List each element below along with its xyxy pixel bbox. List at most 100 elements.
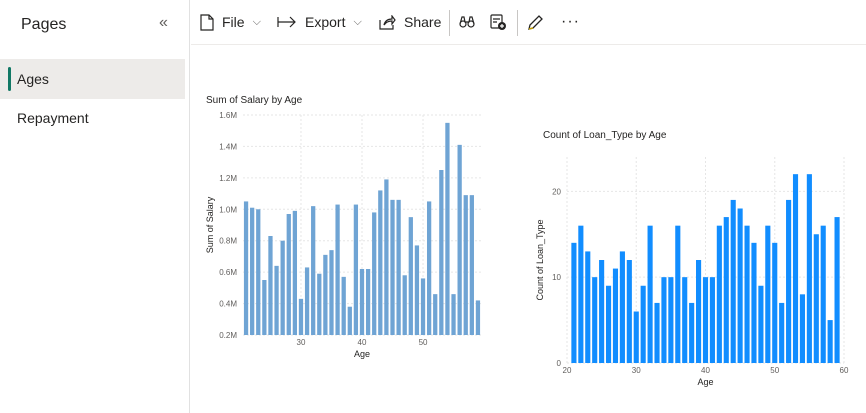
- share-label: Share: [404, 14, 442, 30]
- bar: [605, 285, 612, 363]
- bar: [820, 225, 826, 363]
- bar: [806, 174, 812, 363]
- chevron-down-icon: ⌵: [353, 15, 362, 28]
- x-tick-label: 50: [770, 366, 779, 375]
- bar: [661, 277, 667, 363]
- x-tick-label: 30: [297, 338, 306, 347]
- bar: [256, 209, 261, 335]
- y-axis-title: Sum of Salary: [205, 196, 215, 253]
- bar: [675, 225, 681, 363]
- report-canvas: Sum of Salary by Age 0.2M 0.4M 0.6M 0.8M 1.0…: [191, 45, 866, 413]
- bar: [457, 144, 462, 335]
- bar: [758, 285, 764, 363]
- bar: [250, 207, 255, 335]
- bar: [647, 225, 653, 363]
- file-icon: [200, 13, 214, 31]
- bar: [451, 294, 456, 335]
- bar: [619, 251, 625, 363]
- bar: [682, 277, 688, 363]
- bar: [341, 276, 346, 335]
- bar: [329, 250, 334, 335]
- subscribe-icon: [490, 13, 506, 30]
- page-tab-ages[interactable]: Ages: [0, 59, 185, 99]
- bar: [378, 190, 383, 335]
- y-tick-label: 10: [552, 273, 561, 282]
- chart-title-loan-type: Count of Loan_Type by Age: [543, 130, 667, 141]
- collapse-pane-icon[interactable]: «: [159, 14, 168, 32]
- bar: [709, 277, 715, 363]
- pages-title: Pages: [21, 16, 67, 33]
- file-menu-button[interactable]: File ⌵: [200, 0, 261, 44]
- bar: [286, 214, 291, 335]
- binoculars-icon: [459, 16, 475, 28]
- bar: [765, 225, 771, 363]
- page-tab-repayment[interactable]: Repayment: [0, 98, 185, 138]
- bar: [723, 217, 729, 363]
- file-label: File: [222, 14, 245, 30]
- y-tick-label: 0.4M: [219, 300, 237, 309]
- bar: [640, 285, 646, 363]
- bar: [696, 260, 702, 363]
- bar: [445, 122, 450, 335]
- bar: [243, 201, 249, 335]
- bar: [475, 300, 481, 335]
- x-axis-title: Age: [354, 349, 370, 359]
- bar: [268, 236, 273, 335]
- subscribe-button[interactable]: [490, 0, 507, 44]
- bar: [335, 204, 340, 335]
- y-tick-label: 0.2M: [219, 331, 237, 340]
- bar: [737, 208, 743, 363]
- bar: [578, 225, 584, 363]
- bar: [772, 242, 778, 363]
- bar: [702, 277, 709, 363]
- y-tick-label: 0.8M: [219, 237, 237, 246]
- x-axis-title: Age: [697, 377, 713, 387]
- bar: [262, 280, 267, 335]
- bar: [654, 302, 660, 363]
- x-tick-label: 30: [632, 366, 641, 375]
- bar: [813, 234, 819, 363]
- bar: [439, 170, 444, 335]
- export-icon: [277, 16, 296, 28]
- toolbar-divider: [449, 10, 450, 36]
- bar: [317, 273, 322, 335]
- share-button[interactable]: Share: [379, 0, 441, 44]
- bar: [751, 242, 757, 363]
- view-button[interactable]: [459, 0, 475, 44]
- bar: [359, 269, 365, 335]
- bar: [323, 254, 328, 335]
- x-tick-label: 60: [840, 366, 849, 375]
- bar: [799, 294, 806, 363]
- bar: [786, 199, 792, 363]
- bar: [571, 242, 577, 363]
- bar: [730, 199, 736, 363]
- salary-by-age-chart[interactable]: 0.2M 0.4M 0.6M 0.8M 1.0M 1.2M 1.4M 1.6M 30 40 50 Ag…: [191, 105, 491, 380]
- bar: [347, 306, 352, 335]
- edit-button[interactable]: [527, 0, 544, 44]
- pages-pane: Pages « Ages Repayment: [0, 0, 190, 413]
- bar: [414, 245, 420, 335]
- toolbar-divider: [517, 10, 518, 36]
- bar: [353, 204, 359, 335]
- x-tick-label: 40: [358, 338, 367, 347]
- bar: [744, 225, 750, 363]
- x-tick-label: 50: [419, 338, 428, 347]
- export-menu-button[interactable]: Export ⌵: [277, 0, 362, 44]
- more-options-button[interactable]: ···: [561, 0, 580, 44]
- bar: [384, 179, 389, 335]
- bar: [365, 269, 371, 335]
- loan-type-by-age-chart[interactable]: 0 10 20 20 30 40 50 60 Age Count of Loan_Type: [531, 145, 851, 390]
- bar: [599, 260, 605, 363]
- bar: [827, 320, 833, 363]
- bar: [311, 206, 316, 335]
- bar: [433, 294, 438, 335]
- export-label: Export: [305, 14, 346, 30]
- bar: [626, 260, 632, 363]
- y-tick-label: 0: [557, 359, 562, 368]
- bar: [292, 210, 298, 335]
- bar: [396, 199, 401, 335]
- toolbar: File ⌵ Export ⌵ Share ···: [191, 0, 866, 45]
- bar: [298, 298, 304, 335]
- bar: [668, 277, 674, 363]
- bar: [792, 174, 799, 363]
